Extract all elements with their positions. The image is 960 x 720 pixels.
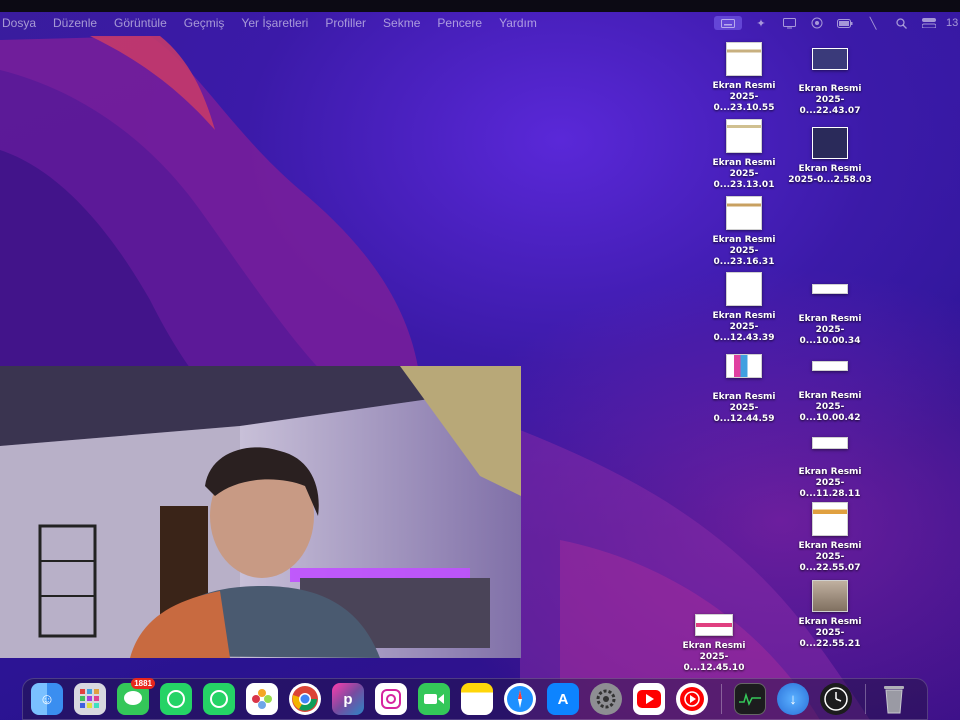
menu-profiles[interactable]: Profiller <box>325 16 366 30</box>
desktop-file[interactable]: Ekran Resmi 2025-0...22.55.21 <box>788 580 872 650</box>
launchpad-icon[interactable] <box>74 683 106 715</box>
desktop-file[interactable]: Ekran Resmi 2025-0...11.28.11 <box>788 437 872 500</box>
sparkle-icon[interactable]: ✦ <box>752 16 770 30</box>
safari-icon[interactable] <box>504 683 536 715</box>
file-name: Ekran Resmi <box>798 467 862 477</box>
file-thumbnail <box>812 127 848 159</box>
downloads-icon[interactable]: ↓ <box>777 683 809 715</box>
menu-file[interactable]: Dosya <box>2 16 36 30</box>
trash-icon[interactable] <box>878 683 910 715</box>
activity-monitor-icon[interactable] <box>734 683 766 715</box>
file-name: Ekran Resmi <box>712 311 776 321</box>
file-name: Ekran Resmi <box>712 158 776 168</box>
file-date: 2025-0...22.55.21 <box>799 628 861 649</box>
display-icon[interactable] <box>780 16 798 30</box>
whatsapp-icon[interactable] <box>160 683 192 715</box>
file-thumbnail <box>726 119 762 153</box>
file-date: 2025-0...23.10.55 <box>713 92 775 113</box>
desktop-file[interactable]: Ekran Resmi 2025-0...22.55.07 <box>788 502 872 574</box>
menu-window[interactable]: Pencere <box>437 16 482 30</box>
dock-separator <box>865 684 866 714</box>
file-name: Ekran Resmi <box>712 392 776 402</box>
picsart-icon[interactable]: p <box>332 683 364 715</box>
file-name: Ekran Resmi <box>682 641 746 651</box>
file-date: 2025-0...12.44.59 <box>713 403 775 424</box>
status-menu-area: ✦ ╲ 13 <box>704 12 960 34</box>
menu-tab[interactable]: Sekme <box>383 16 420 30</box>
file-thumbnail <box>726 196 762 230</box>
file-name: Ekran Resmi <box>798 617 862 627</box>
webcam-feed <box>0 366 521 658</box>
file-name: Ekran Resmi <box>798 391 862 401</box>
whatsapp-business-icon[interactable] <box>203 683 235 715</box>
file-date: 2025-0...22.43.07 <box>799 95 861 116</box>
menu-help[interactable]: Yardım <box>499 16 537 30</box>
file-thumbnail <box>812 580 848 612</box>
menu-bookmarks[interactable]: Yer İşaretleri <box>241 16 308 30</box>
file-date: 2025-0...23.16.31 <box>713 246 775 267</box>
file-thumbnail <box>726 354 762 378</box>
file-date: 2025-0...12.43.39 <box>713 322 775 343</box>
file-date: 2025-0...23.13.01 <box>713 169 775 190</box>
desktop-file[interactable]: Ekran Resmi 2025-0...22.43.07 <box>788 48 872 117</box>
system-settings-icon[interactable] <box>590 683 622 715</box>
desktop-file[interactable]: Ekran Resmi 2025-0...23.16.31 <box>702 196 786 268</box>
webcam-video-window[interactable] <box>0 366 521 658</box>
file-date: 2025-0...10.00.34 <box>799 325 861 346</box>
file-date: 2025-0...10.00.42 <box>799 402 861 423</box>
clock-icon[interactable] <box>820 683 852 715</box>
finder-icon[interactable]: ☺ <box>31 683 63 715</box>
file-name: Ekran Resmi <box>798 314 862 324</box>
dock: ☺ 1881 p A ↓ <box>22 678 928 720</box>
youtube-icon[interactable] <box>633 683 665 715</box>
file-name: Ekran Resmi <box>798 164 862 174</box>
file-thumbnail <box>812 361 848 371</box>
wifi-off-icon[interactable]: ╲ <box>864 16 882 30</box>
desktop-file[interactable]: Ekran Resmi 2025-0...12.43.39 <box>702 272 786 344</box>
focus-icon[interactable] <box>808 16 826 30</box>
file-thumbnail <box>812 284 848 294</box>
desktop-file[interactable]: Ekran Resmi 2025-0...10.00.42 <box>788 361 872 424</box>
notes-icon[interactable] <box>461 683 493 715</box>
file-name: Ekran Resmi <box>712 81 776 91</box>
menu-bar: Dosya Düzenle Görüntüle Geçmiş Yer İşare… <box>0 12 960 34</box>
chrome-icon[interactable] <box>289 683 321 715</box>
file-thumbnail <box>812 502 848 536</box>
menu-history[interactable]: Geçmiş <box>184 16 225 30</box>
app-store-icon[interactable]: A <box>547 683 579 715</box>
messages-badge: 1881 <box>131 678 155 689</box>
file-date: 2025-0...22.55.07 <box>799 552 861 573</box>
control-center-icon[interactable] <box>920 16 938 30</box>
desktop-file[interactable]: Ekran Resmi 2025-0...12.45.10 <box>672 614 756 674</box>
desktop-file[interactable]: Ekran Resmi 2025-0...2.58.03 <box>788 127 872 186</box>
desktop-file[interactable]: Ekran Resmi 2025-0...23.13.01 <box>702 119 786 191</box>
menu-clock[interactable]: 13 <box>946 17 960 29</box>
desktop-file[interactable]: Ekran Resmi 2025-0...12.44.59 <box>702 354 786 425</box>
messages-icon[interactable]: 1881 <box>117 678 155 715</box>
file-thumbnail <box>695 614 733 636</box>
desktop-file[interactable]: Ekran Resmi 2025-0...23.10.55 <box>702 42 786 114</box>
desktop-file[interactable]: Ekran Resmi 2025-0...10.00.34 <box>788 284 872 347</box>
file-thumbnail <box>726 42 762 76</box>
file-name: Ekran Resmi <box>798 541 862 551</box>
menu-edit[interactable]: Düzenle <box>53 16 97 30</box>
facetime-icon[interactable] <box>418 683 450 715</box>
keyboard-icon[interactable] <box>714 16 742 30</box>
instagram-icon[interactable] <box>375 683 407 715</box>
dock-separator <box>721 684 722 714</box>
file-thumbnail <box>812 48 848 70</box>
youtube-music-icon[interactable] <box>676 683 708 715</box>
file-date: 2025-0...12.45.10 <box>683 652 745 673</box>
menu-view[interactable]: Görüntüle <box>114 16 167 30</box>
file-name: Ekran Resmi <box>798 84 862 94</box>
file-thumbnail <box>812 437 848 449</box>
file-name: Ekran Resmi <box>712 235 776 245</box>
file-date: 2025-0...2.58.03 <box>788 175 872 185</box>
battery-icon[interactable] <box>836 16 854 30</box>
file-thumbnail <box>726 272 762 306</box>
search-icon[interactable] <box>892 16 910 30</box>
file-date: 2025-0...11.28.11 <box>799 478 861 499</box>
top-strip <box>0 0 960 12</box>
photos-icon[interactable] <box>246 683 278 715</box>
